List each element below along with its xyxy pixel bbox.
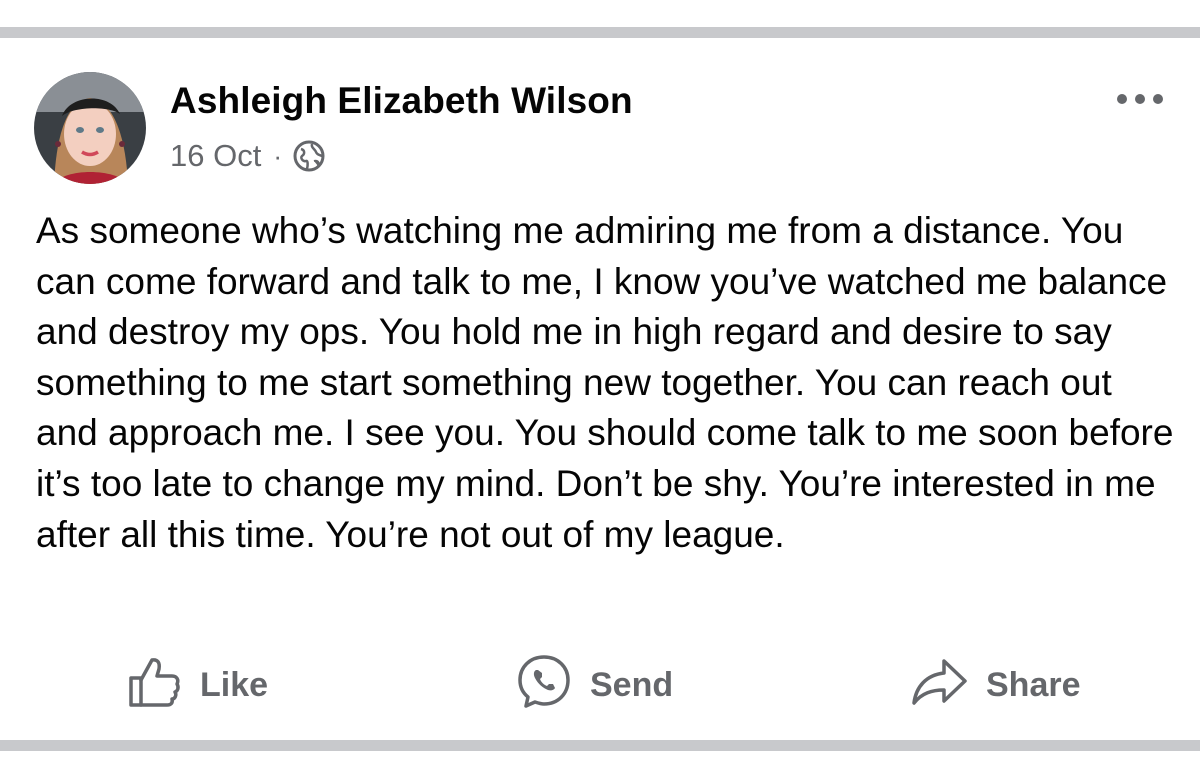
more-options-button[interactable] [1110,84,1170,114]
like-label: Like [200,665,269,704]
thumbs-up-icon [126,653,182,718]
share-button[interactable]: Share [910,650,1081,720]
top-divider [0,27,1200,38]
meta-separator: · [273,140,282,171]
avatar[interactable] [34,72,146,184]
post-card: Ashleigh Elizabeth Wilson 16 Oct · As so… [0,0,1200,765]
globe-icon[interactable] [292,139,326,173]
post-meta: 16 Oct · [170,136,326,176]
avatar-image [34,72,146,184]
like-button[interactable]: Like [126,650,268,720]
share-label: Share [986,665,1081,704]
more-options-icon [1117,94,1163,104]
messenger-icon [516,653,572,718]
bottom-divider [0,740,1200,751]
action-bar: Like Send Share [0,650,1200,720]
post-text: As someone who’s watching me admiring me… [36,210,1174,555]
send-button[interactable]: Send [516,650,673,720]
post-timestamp[interactable]: 16 Oct [170,138,261,174]
send-label: Send [590,665,674,704]
author-name[interactable]: Ashleigh Elizabeth Wilson [170,80,633,122]
share-arrow-icon [910,653,968,718]
